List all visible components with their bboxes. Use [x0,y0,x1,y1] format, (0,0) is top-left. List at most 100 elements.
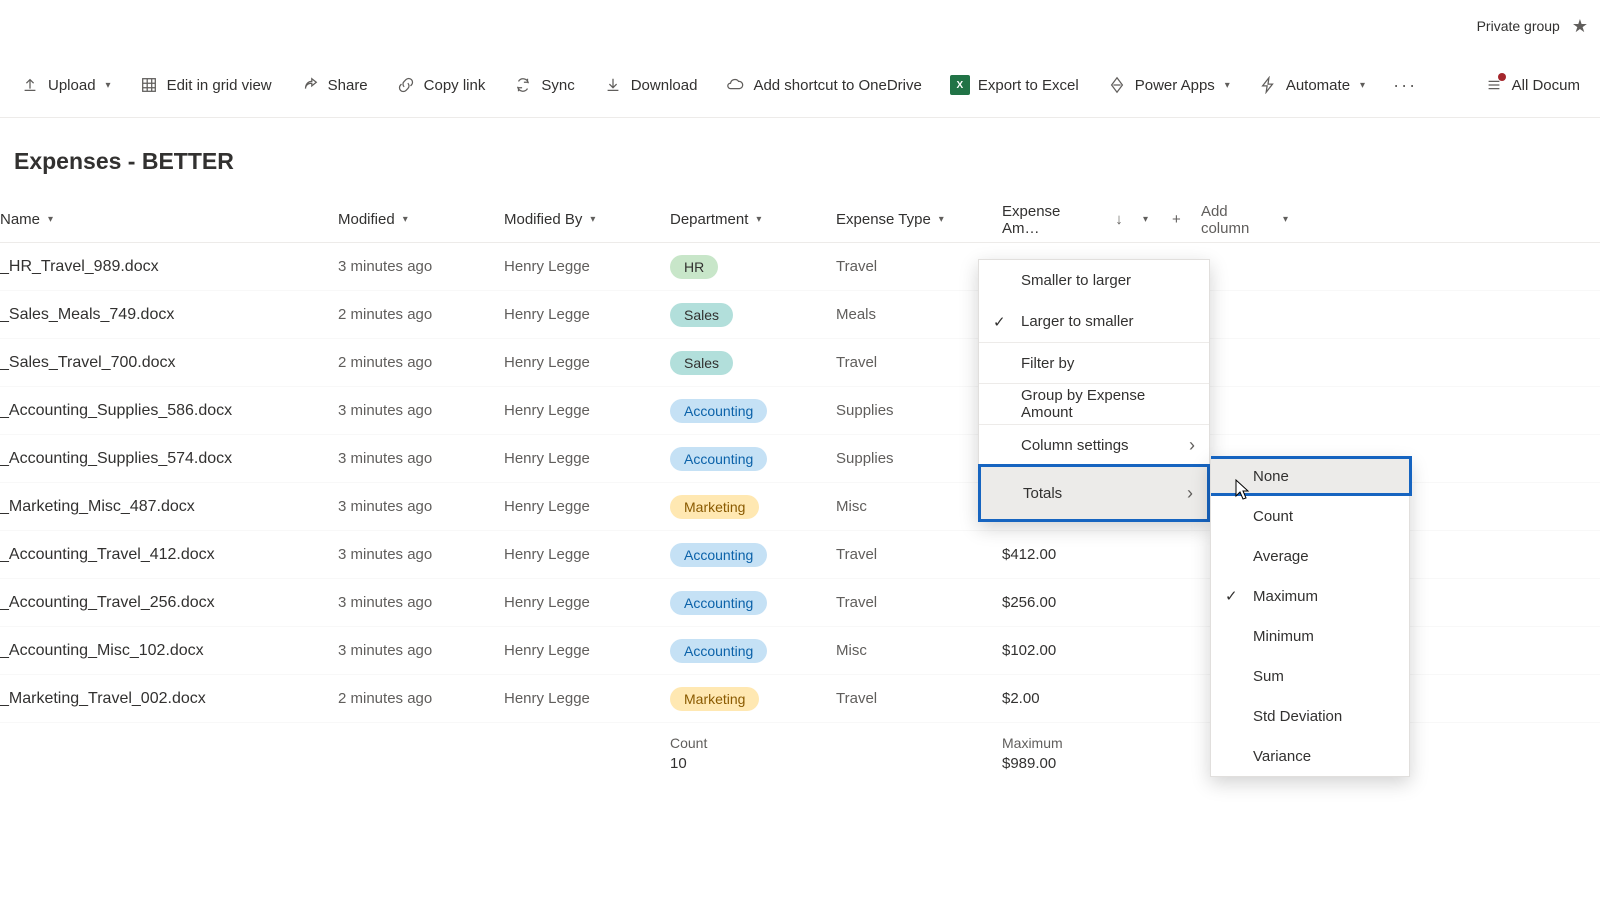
cell-department: Accounting [658,639,824,663]
department-pill: HR [670,255,718,279]
cell-department: Accounting [658,591,824,615]
cell-name[interactable]: _Accounting_Misc_102.docx [0,642,326,660]
department-pill: Accounting [670,399,767,423]
table-row[interactable]: _Accounting_Supplies_586.docx3 minutes a… [0,387,1600,435]
upload-icon [20,75,40,95]
submenu-stddev[interactable]: Std Deviation [1211,696,1409,736]
more-icon: ··· [1393,75,1417,96]
excel-icon: X [950,75,970,95]
cell-expensetype: Travel [824,258,990,275]
more-button[interactable]: ··· [1381,67,1429,104]
cell-modifiedby: Henry Legge [492,402,658,419]
chevron-down-icon: ▾ [48,214,53,225]
cell-expensetype: Travel [824,354,990,371]
submenu-sum[interactable]: Sum [1211,656,1409,696]
totals-submenu: None Count Average Maximum Minimum Sum S… [1210,458,1410,777]
cell-modifiedby: Henry Legge [492,498,658,515]
chevron-down-icon: ▾ [1225,80,1230,91]
add-shortcut-button[interactable]: Add shortcut to OneDrive [713,67,933,103]
cursor-icon [1231,478,1251,502]
cell-expensetype: Supplies [824,402,990,419]
cell-modifiedby: Henry Legge [492,546,658,563]
submenu-variance[interactable]: Variance [1211,736,1409,776]
column-header-expensetype[interactable]: Expense Type▾ [824,211,990,228]
automate-button[interactable]: Automate ▾ [1246,67,1377,103]
cell-modified: 3 minutes ago [326,546,492,563]
private-group-label: Private group [1477,18,1560,34]
menu-column-settings[interactable]: Column settings [979,424,1209,465]
submenu-average[interactable]: Average [1211,536,1409,576]
table-row[interactable]: _Sales_Travel_700.docx2 minutes agoHenry… [0,339,1600,387]
cell-name[interactable]: _Marketing_Misc_487.docx [0,498,326,516]
column-header-name[interactable]: Name▾ [0,211,326,228]
cell-modifiedby: Henry Legge [492,354,658,371]
column-header-modifiedby[interactable]: Modified By▾ [492,211,658,228]
submenu-minimum[interactable]: Minimum [1211,616,1409,656]
cell-name[interactable]: _Accounting_Travel_412.docx [0,546,326,564]
cell-modifiedby: Henry Legge [492,258,658,275]
star-icon[interactable]: ★ [1572,16,1588,37]
power-apps-button[interactable]: Power Apps ▾ [1095,67,1242,103]
table-row[interactable]: _Sales_Meals_749.docx2 minutes agoHenry … [0,291,1600,339]
page-title: Expenses - BETTER [0,118,1600,197]
menu-larger-to-smaller[interactable]: Larger to smaller [979,301,1209,342]
column-context-menu: Smaller to larger Larger to smaller Filt… [978,259,1210,522]
department-pill: Accounting [670,639,767,663]
cell-expensetype: Misc [824,642,990,659]
cell-modifiedby: Henry Legge [492,450,658,467]
share-label: Share [328,77,368,94]
cell-name[interactable]: _Sales_Meals_749.docx [0,306,326,324]
footer-count-value: 10 [670,755,812,772]
chevron-down-icon: ▾ [1283,214,1288,225]
cell-name[interactable]: _Marketing_Travel_002.docx [0,690,326,708]
grid-icon [139,75,159,95]
edit-grid-button[interactable]: Edit in grid view [127,67,284,103]
download-label: Download [631,77,698,94]
sync-button[interactable]: Sync [501,67,586,103]
menu-group-by[interactable]: Group by Expense Amount [979,383,1209,424]
cell-department: Marketing [658,495,824,519]
powerapps-icon [1107,75,1127,95]
cell-department: Accounting [658,543,824,567]
export-excel-button[interactable]: X Export to Excel [938,67,1091,103]
menu-smaller-to-larger[interactable]: Smaller to larger [979,260,1209,301]
upload-label: Upload [48,77,96,94]
automate-label: Automate [1286,77,1350,94]
cell-modified: 3 minutes ago [326,258,492,275]
cell-amount: $412.00 [990,546,1160,563]
edit-grid-label: Edit in grid view [167,77,272,94]
cell-name[interactable]: _Accounting_Travel_256.docx [0,594,326,612]
column-header-expenseamount[interactable]: Expense Am… ↓ ▾ [990,203,1160,237]
chevron-down-icon: ▾ [756,214,761,225]
cell-name[interactable]: _HR_Travel_989.docx [0,258,326,276]
cell-expensetype: Misc [824,498,990,515]
cell-expensetype: Supplies [824,450,990,467]
cell-expensetype: Travel [824,690,990,707]
upload-button[interactable]: Upload ▾ [8,67,123,103]
cell-department: Sales [658,351,824,375]
link-icon [396,75,416,95]
department-pill: Sales [670,351,733,375]
department-pill: Accounting [670,447,767,471]
column-header-department[interactable]: Department▾ [658,211,824,228]
cell-modified: 3 minutes ago [326,594,492,611]
cell-amount: $102.00 [990,642,1160,659]
add-column-button[interactable]: + Add column ▾ [1160,203,1300,237]
cell-name[interactable]: _Accounting_Supplies_586.docx [0,402,326,420]
cell-name[interactable]: _Sales_Travel_700.docx [0,354,326,372]
view-selector-button[interactable]: All Docum [1472,67,1592,103]
cell-department: Sales [658,303,824,327]
copy-link-button[interactable]: Copy link [384,67,498,103]
cell-name[interactable]: _Accounting_Supplies_574.docx [0,450,326,468]
onedrive-icon [725,75,745,95]
menu-totals[interactable]: Totals [978,464,1210,522]
share-button[interactable]: Share [288,67,380,103]
submenu-maximum[interactable]: Maximum [1211,576,1409,616]
table-row[interactable]: _HR_Travel_989.docx3 minutes agoHenry Le… [0,243,1600,291]
toolbar: Upload ▾ Edit in grid view Share Copy li… [0,53,1600,118]
download-button[interactable]: Download [591,67,710,103]
footer-count-label: Count [670,735,812,751]
column-header-modified[interactable]: Modified▾ [326,211,492,228]
chevron-down-icon: ▾ [939,214,944,225]
menu-filter-by[interactable]: Filter by [979,342,1209,383]
